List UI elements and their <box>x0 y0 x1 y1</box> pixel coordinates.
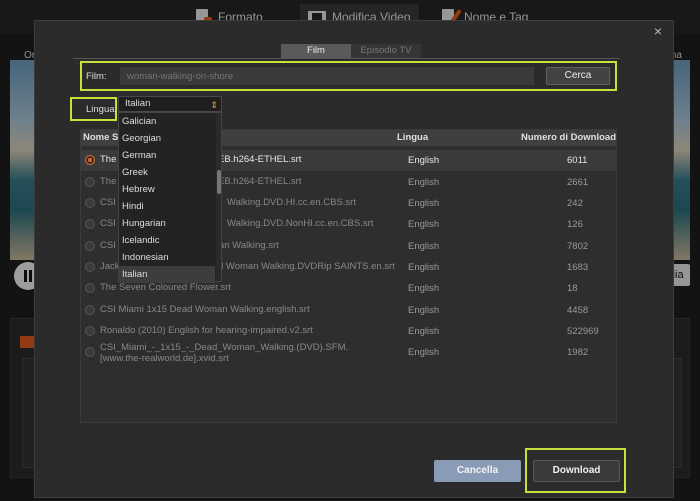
row-language: English <box>408 177 440 188</box>
row-name: The Seven Coloured Flower.srt <box>100 282 231 293</box>
row-radio[interactable] <box>85 241 95 251</box>
row-language: English <box>408 347 440 358</box>
film-search-row: Film: Cerca <box>80 61 617 91</box>
row-name: Jack <box>100 261 120 272</box>
dialog-tabs: Film Episodio TV <box>281 44 421 58</box>
header-language[interactable]: Lingua <box>397 132 428 143</box>
select-arrows-icon: ⇕ <box>210 100 218 110</box>
tab-film[interactable]: Film <box>281 44 351 58</box>
row-name-tail: Walking.DVD.NonHI.cc.en.CBS.srt <box>227 218 374 229</box>
table-row[interactable]: Ronaldo (2010) English for hearing-impai… <box>81 321 616 342</box>
language-label-highlight: Lingua: <box>70 97 117 121</box>
row-downloads: 6011 <box>567 155 588 166</box>
row-name: CSI_Miami_-_1x15_-_Dead_Woman_Walking.(D… <box>100 342 349 364</box>
language-option-selected[interactable]: Italian <box>119 266 215 283</box>
language-select[interactable]: Italian ⇕ <box>118 96 222 112</box>
language-option[interactable]: German <box>119 147 215 164</box>
row-downloads: 7802 <box>567 241 589 252</box>
tab-episodio-tv[interactable]: Episodio TV <box>351 44 421 58</box>
row-name-tail: EB.h264-ETHEL.srt <box>218 154 302 165</box>
row-radio[interactable] <box>85 219 95 229</box>
download-button[interactable]: Download <box>533 460 620 482</box>
cancel-button[interactable]: Cancella <box>434 460 521 482</box>
row-radio[interactable] <box>85 198 95 208</box>
header-downloads[interactable]: Numero di Download <box>521 132 616 143</box>
row-radio[interactable] <box>85 155 95 165</box>
search-button[interactable]: Cerca <box>546 67 610 85</box>
row-name: CSI Miami 1x15 Dead Woman Walking.englis… <box>100 304 310 315</box>
language-label: Lingua: <box>86 104 118 115</box>
row-radio[interactable] <box>85 347 95 357</box>
row-downloads: 126 <box>567 219 583 230</box>
row-name-tail: Walking.DVD.HI.cc.en.CBS.srt <box>227 197 356 208</box>
row-name: Ronaldo (2010) English for hearing-impai… <box>100 325 313 336</box>
row-name: The <box>100 176 117 187</box>
row-language: English <box>408 198 440 209</box>
language-select-value: Italian <box>125 98 151 109</box>
row-language: English <box>408 326 440 337</box>
language-option[interactable]: Hindi <box>119 198 215 215</box>
language-dropdown-list: Galician Georgian German Greek Hebrew Hi… <box>118 112 222 283</box>
row-radio[interactable] <box>85 177 95 187</box>
row-radio[interactable] <box>85 283 95 293</box>
row-name-tail: EB.h264-ETHEL.srt <box>218 176 302 187</box>
row-downloads: 2661 <box>567 177 589 188</box>
film-search-input[interactable] <box>120 67 534 85</box>
row-language: English <box>408 305 440 316</box>
row-downloads: 522969 <box>567 326 599 337</box>
row-language: English <box>408 219 440 230</box>
dropdown-scrollbar-thumb[interactable] <box>217 170 221 194</box>
language-option[interactable]: Galician <box>119 113 215 130</box>
language-option[interactable]: Greek <box>119 164 215 181</box>
row-language: English <box>408 155 440 166</box>
language-option[interactable]: Hungarian <box>119 215 215 232</box>
language-option[interactable]: Georgian <box>119 130 215 147</box>
dropdown-scrollbar-track[interactable] <box>216 113 221 281</box>
row-radio[interactable] <box>85 305 95 315</box>
film-label: Film: <box>86 71 107 82</box>
language-option[interactable]: Indonesian <box>119 249 215 266</box>
row-name: The <box>100 154 117 165</box>
table-row[interactable]: CSI_Miami_-_1x15_-_Dead_Woman_Walking.(D… <box>81 342 616 366</box>
row-downloads: 18 <box>567 283 578 294</box>
row-radio[interactable] <box>85 262 95 272</box>
language-option[interactable]: Icelandic <box>119 232 215 249</box>
row-downloads: 242 <box>567 198 583 209</box>
row-language: English <box>408 262 440 273</box>
tabs-divider <box>73 58 620 59</box>
row-name-tail: d Woman Walking.DVDRip SAINTS.en.srt <box>218 261 395 272</box>
row-downloads: 1982 <box>567 347 589 358</box>
row-language: English <box>408 283 440 294</box>
row-downloads: 1683 <box>567 262 589 273</box>
row-downloads: 4458 <box>567 305 589 316</box>
close-button[interactable]: × <box>651 24 665 38</box>
row-radio[interactable] <box>85 326 95 336</box>
table-row[interactable]: CSI Miami 1x15 Dead Woman Walking.englis… <box>81 300 616 321</box>
row-language: English <box>408 241 440 252</box>
language-option[interactable]: Hebrew <box>119 181 215 198</box>
